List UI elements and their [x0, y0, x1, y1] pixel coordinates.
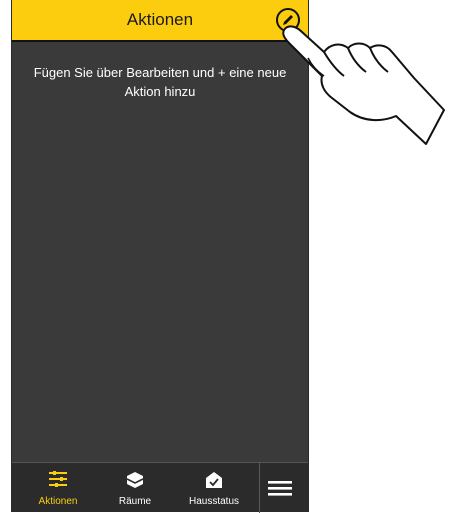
tab-label: Hausstatus — [188, 496, 240, 507]
menu-button[interactable] — [268, 479, 292, 502]
header-bar: Aktionen — [12, 0, 308, 42]
hamburger-menu-icon — [268, 481, 292, 496]
tab-label: Räume — [118, 496, 152, 507]
tab-hausstatus[interactable]: Hausstatus — [176, 463, 252, 513]
actions-list-icon — [49, 471, 67, 487]
page-title: Aktionen — [126, 10, 194, 29]
bottom-tab-bar: Aktionen Räume Hausstatus — [12, 462, 308, 513]
tab-raeume[interactable]: Räume — [100, 463, 170, 513]
tab-aktionen[interactable]: Aktionen — [22, 463, 94, 513]
app-screen: Aktionen Fügen Sie über Bearbeiten und +… — [11, 0, 309, 513]
house-check-icon — [206, 472, 222, 488]
tab-label: Aktionen — [38, 496, 78, 507]
room-cube-icon — [126, 472, 144, 488]
empty-state-hint: Fügen Sie über Bearbeiten und + eine neu… — [33, 65, 287, 99]
tab-divider — [259, 463, 260, 513]
pointing-hand-icon — [282, 25, 445, 145]
